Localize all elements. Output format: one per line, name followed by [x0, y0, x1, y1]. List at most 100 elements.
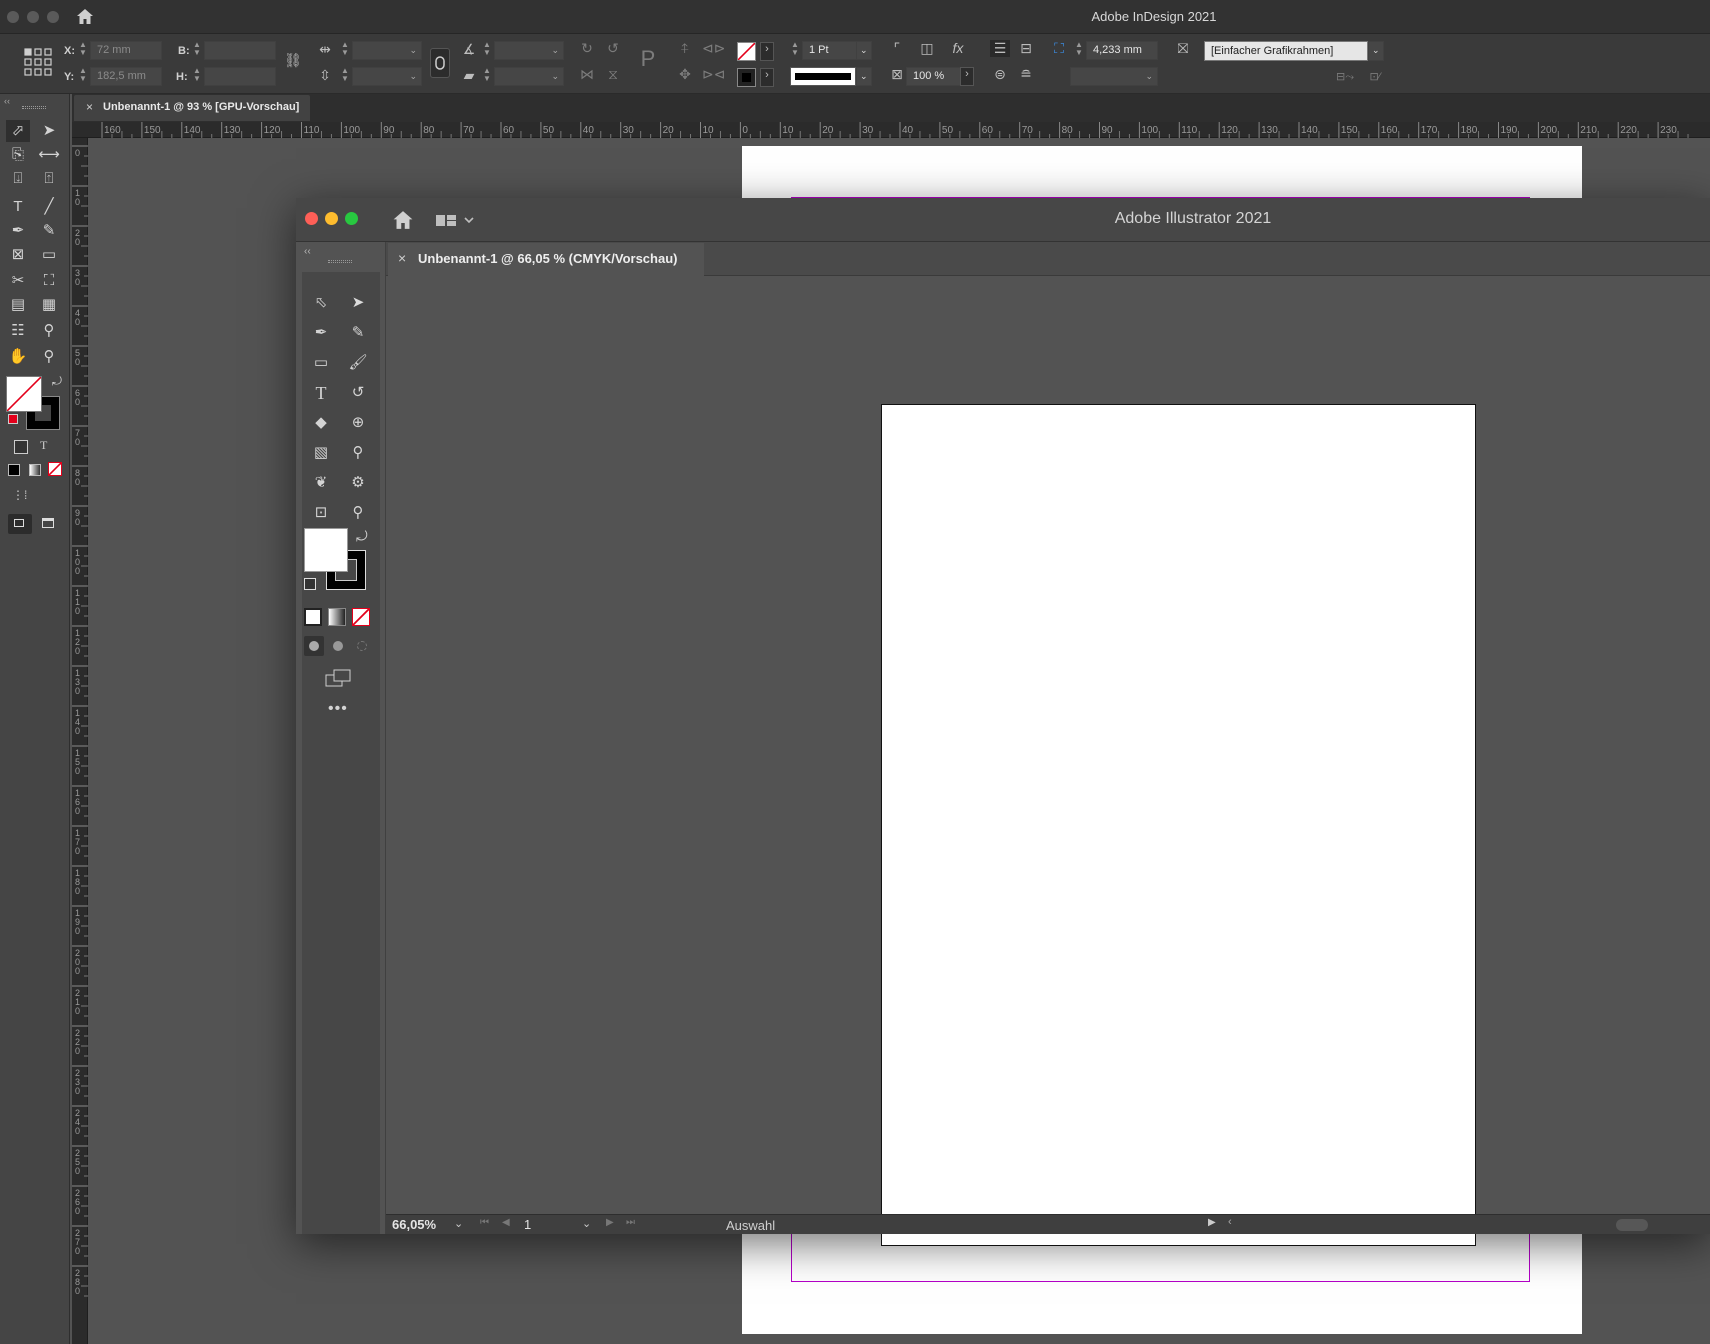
zoom-tool-icon[interactable]: ⚲ [37, 346, 61, 368]
x-stepper[interactable]: ▲ ▼ [78, 41, 88, 60]
hand-tool-icon[interactable]: ✋ [6, 346, 30, 368]
stroke-type-arrow[interactable]: ⌄ [856, 67, 872, 86]
rotate-ccw-icon[interactable]: ↺ [604, 40, 622, 57]
zoom-dropdown-icon[interactable]: ⌄ [454, 1217, 463, 1230]
shear-stepper[interactable]: ▲ ▼ [482, 67, 492, 86]
flip-vertical-icon[interactable]: ⧖ [604, 66, 622, 83]
select-previous-icon[interactable]: ⊲⊳ [702, 40, 725, 57]
ai-gradient-mode-icon[interactable] [328, 608, 346, 626]
page-tool-icon[interactable]: ⎘ [6, 144, 30, 166]
fill-none-swatch-icon[interactable] [737, 42, 756, 61]
ai-edit-toolbar-icon[interactable]: ••• [328, 700, 348, 718]
ai-selection-tool-icon[interactable]: ⬁ [309, 292, 333, 314]
stroke-swatch-menu-icon[interactable]: › [760, 68, 774, 87]
opacity-icon[interactable]: ⊠ [888, 66, 906, 83]
link-proportions-icon[interactable] [430, 48, 450, 78]
illustrator-artboard[interactable] [881, 404, 1476, 1246]
screen-mode-icon[interactable] [42, 518, 54, 528]
selection-tool-icon[interactable]: ⬀ [6, 120, 30, 142]
eyedropper-tool-icon[interactable]: ⚲ [37, 320, 61, 342]
b-stepper[interactable]: ▲ ▼ [192, 41, 202, 60]
rotate-angle-icon[interactable]: ∡ [460, 41, 478, 58]
rotate-dropdown[interactable]: ⌄ [494, 41, 564, 60]
pen-tool-icon[interactable]: ✒ [6, 220, 30, 242]
content-placer-icon[interactable]: ⍐ [37, 168, 61, 190]
previous-artboard-icon[interactable]: ◀ [502, 1217, 510, 1228]
illustrator-canvas[interactable] [386, 276, 1710, 1246]
ai-panel-grip-icon[interactable] [328, 260, 352, 263]
shear-angle-icon[interactable]: ▰ [460, 67, 478, 84]
gradient-swatch-tool-icon[interactable]: ▤ [6, 294, 30, 316]
panel-grip-icon[interactable] [22, 106, 46, 109]
text-wrap-box-icon[interactable]: ⊟ [1016, 40, 1036, 57]
apply-gradient-icon[interactable] [29, 464, 41, 476]
rectangle-tool-icon[interactable]: ▭ [37, 244, 61, 266]
gradient-feather-tool-icon[interactable]: ▦ [37, 294, 61, 316]
ai-puppet-warp-tool-icon[interactable]: ❦ [309, 472, 333, 494]
object-style-dropdown[interactable]: ⌄ [1368, 41, 1384, 61]
scissors-tool-icon[interactable]: ✂ [6, 270, 30, 292]
pencil-tool-icon[interactable]: ✎ [37, 220, 61, 242]
ai-draw-normal-icon[interactable] [304, 636, 324, 656]
ai-type-tool-icon[interactable]: T [309, 382, 333, 404]
line-tool-icon[interactable]: ╱ [37, 196, 61, 218]
ai-eraser-tool-icon[interactable]: ◆ [309, 412, 333, 434]
indesign-document-tab[interactable]: × Unbenannt-1 @ 93 % [GPU-Vorschau] [74, 95, 310, 121]
drop-shadow-icon[interactable]: ◫ [918, 40, 936, 57]
constrain-proportions-icon[interactable]: ⛓ [284, 52, 302, 69]
ai-swap-colors-icon[interactable]: ⤾ [356, 528, 368, 545]
formatting-text-icon[interactable]: T [40, 438, 47, 453]
direct-selection-tool-icon[interactable]: ➤ [37, 120, 61, 142]
stroke-weight-dropdown[interactable]: ⌄ [856, 41, 872, 60]
reference-point-icon[interactable] [24, 48, 52, 76]
opacity-field[interactable]: 100 % [906, 67, 962, 86]
ai-gradient-tool-icon[interactable]: ▧ [309, 442, 333, 464]
status-menu-icon[interactable]: ▶ [1208, 1217, 1216, 1228]
normal-view-mode-icon[interactable] [8, 514, 32, 534]
shear-dropdown[interactable]: ⌄ [494, 67, 564, 86]
scale-y-dropdown[interactable]: ⌄ [352, 67, 422, 86]
zoom-level-field[interactable]: 66,05% [392, 1217, 436, 1232]
rotate-cw-icon[interactable]: ↻ [578, 40, 596, 57]
stroke-black-swatch-icon[interactable] [737, 68, 756, 87]
ai-none-mode-icon[interactable] [352, 608, 370, 626]
stroke-weight-field[interactable]: 1 Pt [802, 41, 858, 60]
scale-y-icon[interactable]: ⇳ [316, 67, 334, 84]
y-stepper[interactable]: ▲ ▼ [78, 67, 88, 86]
frame-fitting-icon[interactable]: ⛝ [1174, 40, 1192, 57]
gap-stepper[interactable]: ▲ ▼ [1074, 41, 1084, 60]
stroke-type-dropdown[interactable] [790, 67, 856, 86]
h-field[interactable] [204, 67, 276, 86]
select-container-icon[interactable]: ⍏ [676, 40, 694, 57]
tab-close-icon[interactable]: × [86, 100, 93, 114]
ai-shape-builder-tool-icon[interactable]: ⊕ [346, 412, 370, 434]
break-link-icon[interactable]: ⊡⁄ [1364, 70, 1386, 83]
free-transform-tool-icon[interactable]: ⛶ [37, 270, 61, 292]
p-selection-icon[interactable]: P [636, 46, 660, 72]
ai-curvature-tool-icon[interactable]: ✎ [346, 322, 370, 344]
first-artboard-icon[interactable]: ⏮ [480, 1217, 489, 1228]
default-colors-icon[interactable] [8, 414, 18, 424]
ai-default-colors-icon[interactable] [304, 578, 316, 590]
swap-colors-icon[interactable]: ⤾ [52, 374, 62, 389]
fx-effects-icon[interactable]: fx [948, 40, 968, 56]
ai-zoom-tool-icon[interactable]: ⚲ [346, 502, 370, 524]
artboard-number-field[interactable]: 1 [524, 1217, 531, 1232]
horizontal-scrollbar-thumb[interactable] [1616, 1219, 1648, 1231]
stroke-weight-stepper[interactable]: ▲ ▼ [790, 41, 800, 60]
ai-pen-tool-icon[interactable]: ✒ [309, 322, 333, 344]
ai-direct-selection-tool-icon[interactable]: ➤ [346, 292, 370, 314]
opacity-menu-icon[interactable]: › [960, 67, 974, 86]
apply-color-icon[interactable] [8, 464, 20, 476]
ai-draw-behind-icon[interactable] [328, 636, 348, 656]
apply-none-icon[interactable] [48, 462, 62, 476]
next-artboard-icon[interactable]: ▶ [606, 1217, 614, 1228]
collapse-panel-icon[interactable]: ‹‹ [4, 96, 10, 106]
corner-options-icon[interactable]: ⌜ [888, 40, 906, 57]
auto-fit-icon[interactable]: ⛶ [1050, 40, 1068, 57]
object-style-field[interactable]: [Einfacher Grafikrahmen] [1204, 41, 1368, 61]
gap-tool-icon[interactable]: ⟷ [37, 144, 61, 166]
last-artboard-icon[interactable]: ⏭ [626, 1217, 635, 1228]
b-field[interactable] [204, 41, 276, 60]
text-wrap-shape-icon[interactable]: ⊜ [990, 66, 1010, 83]
